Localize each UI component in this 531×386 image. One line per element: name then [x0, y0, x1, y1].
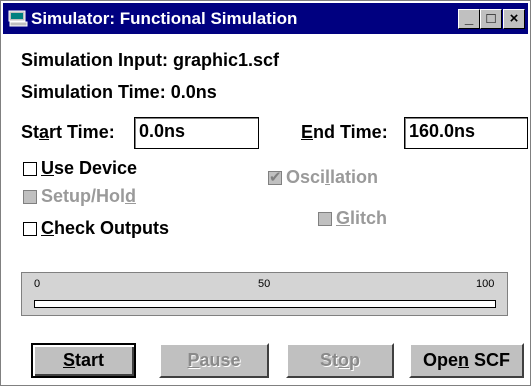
- stop-button[interactable]: Stop: [286, 343, 394, 378]
- end-time-input[interactable]: 160.0ns: [404, 117, 528, 149]
- simulator-app-icon: [8, 10, 28, 27]
- title-bar[interactable]: Simulator: Functional Simulation _ □ ×: [3, 3, 528, 34]
- setup-hold-box[interactable]: [23, 189, 37, 204]
- progress-tick-0: 0: [34, 278, 41, 290]
- setup-hold-checkbox[interactable]: Setup/Hol d: [23, 186, 136, 207]
- glitch-checkbox[interactable]: Glitch: [318, 208, 387, 229]
- oscillation-checkbox[interactable]: ✔ Osci l lation: [268, 167, 378, 188]
- simulation-time-label: Simulation Time:: [21, 82, 166, 102]
- start-time-label: Start Time:: [21, 122, 115, 142]
- pause-button[interactable]: Pause: [159, 343, 269, 378]
- check-outputs-box[interactable]: [23, 221, 37, 236]
- window-title: Simulator: Functional Simulation: [31, 9, 298, 28]
- open-scf-button[interactable]: Open SCF: [409, 343, 524, 378]
- glitch-box[interactable]: [318, 211, 332, 226]
- use-device-checkbox[interactable]: Use Device: [23, 158, 137, 179]
- simulation-time-value: 0.0ns: [170, 82, 217, 102]
- end-time-label: End Time:: [301, 122, 388, 142]
- minimize-button[interactable]: _: [458, 9, 480, 29]
- use-device-box[interactable]: [23, 161, 37, 176]
- start-button[interactable]: Start: [31, 343, 136, 378]
- simulation-time-line: Simulation Time: 0.0ns: [21, 82, 217, 103]
- oscillation-box[interactable]: ✔: [268, 168, 282, 186]
- progress-bar: [34, 300, 496, 308]
- simulation-input-label: Simulation Input:: [21, 50, 168, 70]
- progress-tick-50: 50: [258, 278, 271, 290]
- progress-tick-100: 100: [476, 278, 495, 290]
- simulation-progress-area: 0 50 100: [21, 272, 508, 316]
- simulation-input-line: Simulation Input: graphic1.scf: [21, 50, 279, 71]
- simulator-window: Simulator: Functional Simulation _ □ × S…: [0, 0, 531, 386]
- close-button[interactable]: ×: [503, 9, 525, 29]
- maximize-button[interactable]: □: [480, 9, 502, 29]
- start-time-input[interactable]: 0.0ns: [134, 117, 259, 149]
- check-outputs-checkbox[interactable]: Check Outputs: [23, 218, 169, 239]
- checkmark-icon: ✔: [269, 168, 282, 186]
- simulation-input-value: graphic1.scf: [173, 50, 280, 70]
